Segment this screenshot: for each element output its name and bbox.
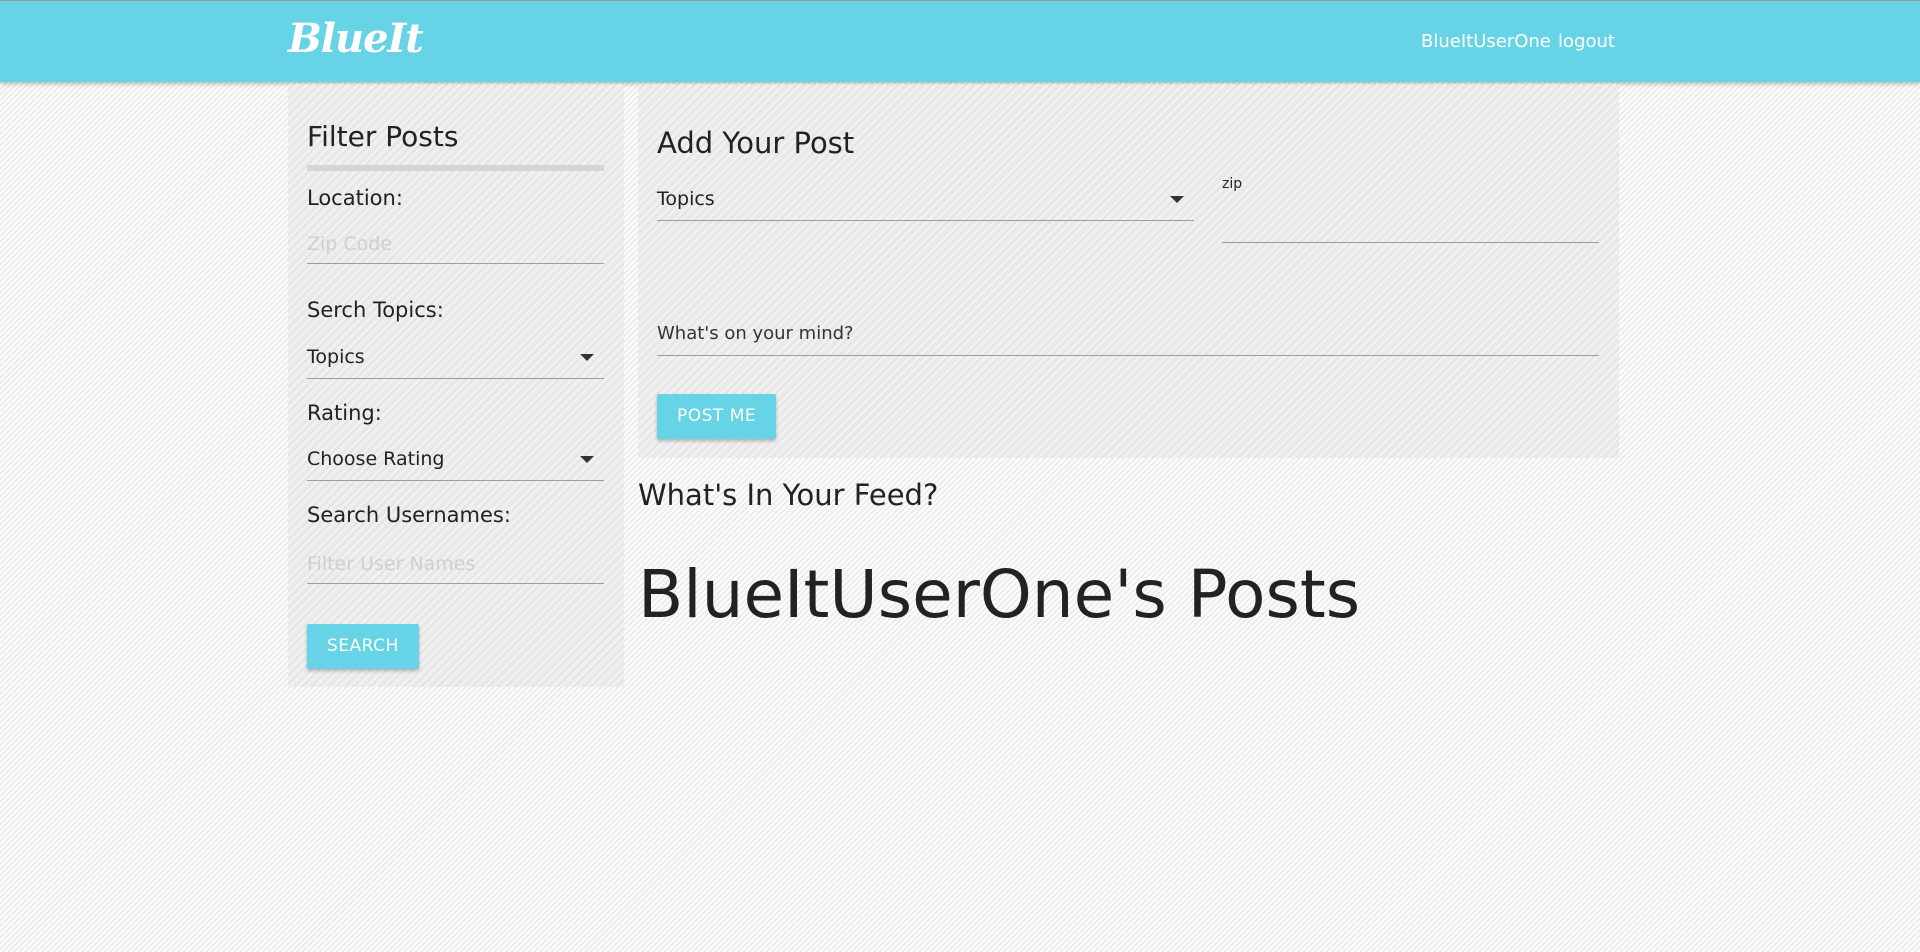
- zip-code-input[interactable]: [307, 224, 604, 264]
- logout-link[interactable]: logout: [1558, 31, 1615, 52]
- topics-select-value: Topics: [307, 346, 365, 368]
- caret-down-icon: [580, 456, 594, 463]
- search-usernames-label: Search Usernames:: [307, 503, 511, 527]
- post-me-button[interactable]: POST ME: [657, 394, 777, 439]
- caret-down-icon: [1170, 196, 1184, 203]
- usernames-input[interactable]: [307, 544, 604, 584]
- post-body-input[interactable]: [657, 311, 1599, 356]
- rating-label: Rating:: [307, 401, 382, 425]
- post-topics-select[interactable]: Topics: [657, 179, 1194, 221]
- caret-down-icon: [580, 354, 594, 361]
- post-topics-value: Topics: [657, 188, 715, 210]
- top-navbar: BlueIt BlueItUserOne logout: [0, 0, 1920, 82]
- feed-heading: What's In Your Feed?: [638, 478, 939, 512]
- filter-posts-title: Filter Posts: [307, 120, 459, 153]
- user-posts-heading: BlueItUserOne's Posts: [638, 556, 1361, 633]
- add-post-panel: Add Your Post Topics zip POST ME: [638, 84, 1619, 458]
- filter-posts-panel: Filter Posts Location: Serch Topics: Top…: [288, 84, 624, 687]
- topics-select[interactable]: Topics: [307, 337, 604, 379]
- brand-logo[interactable]: BlueIt: [288, 15, 424, 62]
- search-button[interactable]: SEARCH: [307, 624, 419, 669]
- rating-select[interactable]: Choose Rating: [307, 439, 604, 481]
- nav-username-link[interactable]: BlueItUserOne: [1421, 31, 1551, 52]
- zip-label: zip: [1222, 176, 1243, 192]
- add-post-title: Add Your Post: [657, 126, 855, 160]
- location-label: Location:: [307, 186, 403, 210]
- post-zip-input[interactable]: [1222, 203, 1599, 243]
- search-topics-label: Serch Topics:: [307, 298, 444, 322]
- rating-select-value: Choose Rating: [307, 448, 445, 470]
- filter-divider: [307, 165, 604, 171]
